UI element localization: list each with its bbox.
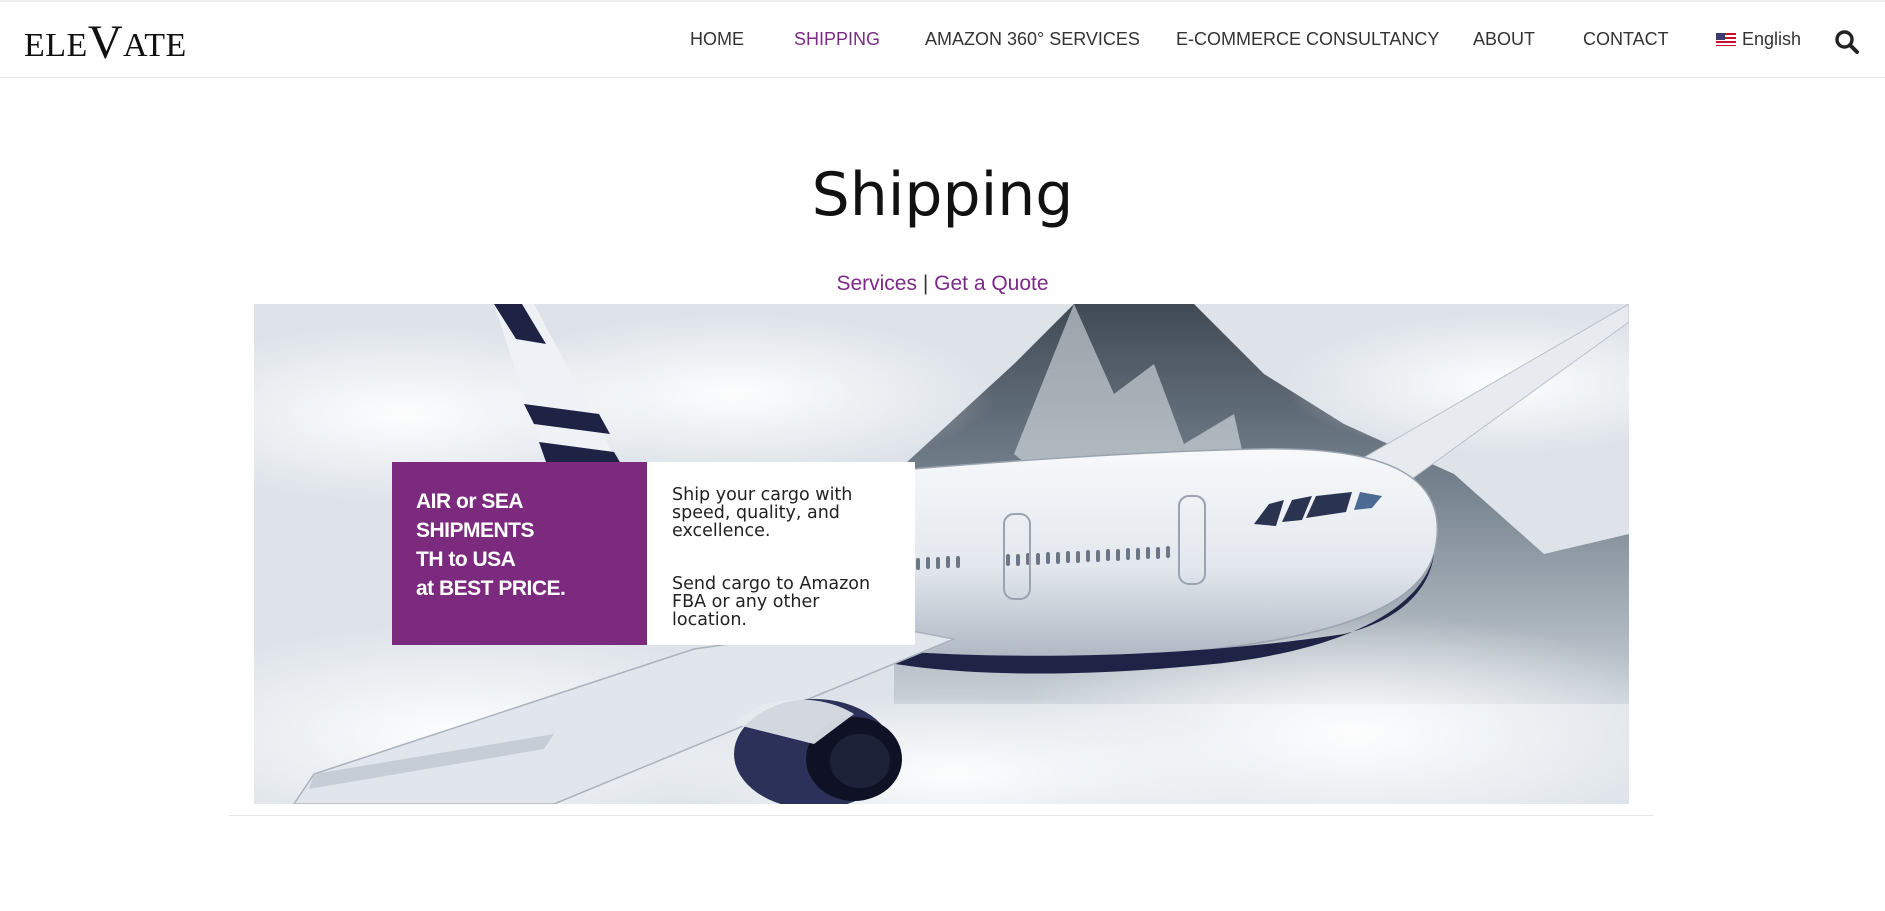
- nav-home[interactable]: HOME: [690, 29, 744, 50]
- promo-description-1: Ship your cargo with speed, quality, and…: [672, 485, 853, 541]
- content-divider: [229, 815, 1654, 816]
- logo-text-right: ATE: [122, 27, 187, 64]
- elevate-logo[interactable]: ELEVATE: [24, 16, 187, 69]
- shipping-subnav: Services | Get a Quote: [0, 272, 1885, 296]
- search-icon[interactable]: [1834, 29, 1860, 55]
- nav-contact[interactable]: CONTACT: [1583, 29, 1669, 50]
- logo-text-left: ELE: [24, 27, 88, 64]
- promo-headline-line: TH to USA: [416, 548, 516, 571]
- promo-headline-line: AIR or SEA: [416, 490, 524, 513]
- site-header: ELEVATE HOME SHIPPING AMAZON 360° SERVIC…: [0, 0, 1885, 78]
- nav-about[interactable]: ABOUT: [1473, 29, 1535, 50]
- services-link[interactable]: Services: [836, 272, 917, 295]
- get-a-quote-link[interactable]: Get a Quote: [934, 272, 1048, 295]
- page-title: Shipping: [811, 160, 1074, 230]
- promo-headline-box: AIR or SEA SHIPMENTS TH to USA at BEST P…: [392, 462, 647, 645]
- promo-description-box: Ship your cargo with speed, quality, and…: [647, 462, 915, 645]
- nav-shipping[interactable]: SHIPPING: [794, 29, 880, 50]
- nav-amazon-360-services[interactable]: AMAZON 360° SERVICES: [925, 29, 1140, 50]
- language-selector[interactable]: English: [1742, 29, 1801, 50]
- nav-ecommerce-consultancy[interactable]: E-COMMERCE CONSULTANCY: [1176, 29, 1439, 50]
- promo-headline-line: at BEST PRICE.: [416, 577, 566, 600]
- us-flag-icon: [1716, 33, 1736, 46]
- logo-text-v: V: [87, 16, 123, 69]
- promo-headline-line: SHIPMENTS: [416, 519, 535, 542]
- promo-description-2: Send cargo to Amazon FBA or any other lo…: [672, 574, 871, 630]
- subnav-separator: |: [922, 272, 929, 295]
